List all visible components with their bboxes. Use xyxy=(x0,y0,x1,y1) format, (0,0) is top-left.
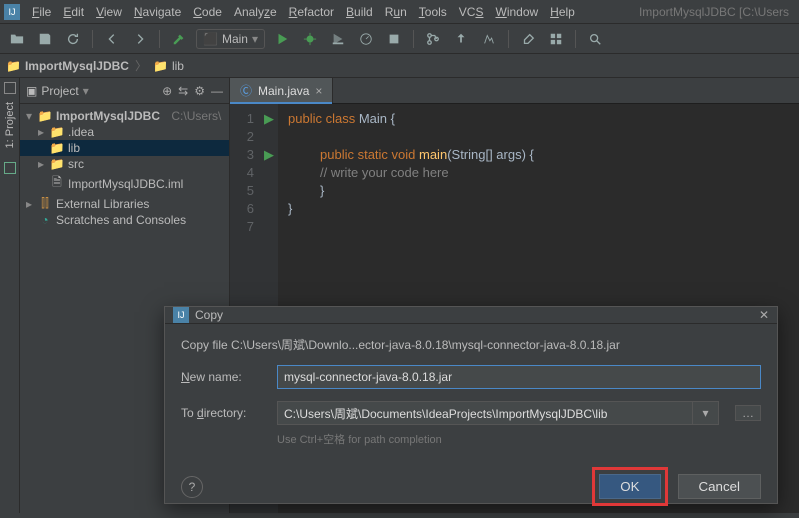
stop-icon[interactable] xyxy=(383,28,405,50)
vcs-branch-icon[interactable] xyxy=(422,28,444,50)
menu-code[interactable]: Code xyxy=(189,3,226,21)
open-icon[interactable] xyxy=(6,28,28,50)
vcs-commit-icon[interactable] xyxy=(478,28,500,50)
tree-idea[interactable]: ▸ 📁 .idea xyxy=(20,124,229,140)
tree-lib[interactable]: 📁 lib xyxy=(20,140,229,156)
collapse-icon[interactable]: ⇆ xyxy=(178,84,188,98)
menu-vcs[interactable]: VCS xyxy=(455,3,488,21)
dialog-title: Copy xyxy=(195,308,223,322)
toolwindow-icon[interactable] xyxy=(4,82,16,94)
search-icon[interactable] xyxy=(584,28,606,50)
project-pane-title[interactable]: ▣ Project ▾ xyxy=(26,84,89,98)
target-icon[interactable]: ⊕ xyxy=(162,84,172,98)
profile-icon[interactable] xyxy=(355,28,377,50)
folder-icon: 📁 xyxy=(38,109,52,123)
module-icon: ⬛ xyxy=(203,32,218,46)
back-icon[interactable] xyxy=(101,28,123,50)
menu-tools[interactable]: Tools xyxy=(415,3,451,21)
help-icon[interactable]: ? xyxy=(181,476,203,498)
expand-arrow-icon[interactable]: ▸ xyxy=(36,125,46,139)
path-hint: Use Ctrl+空格 for path completion xyxy=(181,431,761,447)
expand-arrow-icon[interactable] xyxy=(36,141,46,155)
run-marker-icon[interactable]: ▶ xyxy=(260,110,278,128)
tree-external-libraries[interactable]: ▸ ⫿⫿ External Libraries xyxy=(20,195,229,212)
menu-run[interactable]: Run xyxy=(381,3,411,21)
folder-icon: 📁 xyxy=(153,59,168,73)
gear-icon[interactable]: ⚙ xyxy=(194,84,205,98)
forward-icon[interactable] xyxy=(129,28,151,50)
expand-arrow-icon[interactable]: ▸ xyxy=(36,157,46,171)
debug-icon[interactable] xyxy=(299,28,321,50)
run-config-label: Main xyxy=(222,32,248,46)
project-icon: ▣ xyxy=(26,84,37,98)
file-icon: 🗎 xyxy=(50,173,64,194)
scratch-icon: ◔ xyxy=(38,213,52,227)
dialog-info: Copy file C:\Users\周斌\Downlo...ector-jav… xyxy=(181,336,761,353)
expand-arrow-icon[interactable]: ▸ xyxy=(24,197,34,211)
app-logo: IJ xyxy=(4,4,20,20)
run-icon[interactable] xyxy=(271,28,293,50)
copy-dialog: IJ Copy ✕ Copy file C:\Users\周斌\Downlo..… xyxy=(164,306,778,504)
chevron-down-icon: ▾ xyxy=(252,32,258,46)
tree-scratches[interactable]: ◔ Scratches and Consoles xyxy=(20,212,229,228)
tree-src[interactable]: ▸ 📁 src xyxy=(20,156,229,172)
new-name-label: New name: xyxy=(181,370,267,384)
ok-button[interactable]: OK xyxy=(599,474,660,499)
close-icon[interactable]: ✕ xyxy=(759,308,769,322)
menu-help[interactable]: Help xyxy=(546,3,579,21)
browse-button[interactable]: … xyxy=(735,405,761,421)
menu-navigate[interactable]: Navigate xyxy=(130,3,185,21)
folder-icon: 📁 xyxy=(50,141,64,155)
editor-tab-main[interactable]: Ⓒ Main.java × xyxy=(230,78,333,103)
run-marker-icon[interactable]: ▶ xyxy=(260,146,278,164)
folder-icon: 📁 xyxy=(50,157,64,171)
menu-view[interactable]: View xyxy=(92,3,126,21)
expand-arrow-icon[interactable]: ▾ xyxy=(24,109,34,123)
tree-iml[interactable]: 🗎 ImportMysqlJDBC.iml xyxy=(20,172,229,195)
cancel-button[interactable]: Cancel xyxy=(678,474,762,499)
structure-tool-icon[interactable] xyxy=(4,162,16,174)
hammer-icon[interactable] xyxy=(168,28,190,50)
structure-icon[interactable] xyxy=(545,28,567,50)
save-icon[interactable] xyxy=(34,28,56,50)
app-logo: IJ xyxy=(173,307,189,323)
java-class-icon: Ⓒ xyxy=(240,82,252,99)
hide-icon[interactable]: — xyxy=(211,84,223,98)
project-label: ImportMysqlJDBC [C:\Users xyxy=(639,5,795,19)
tree-root[interactable]: ▾ 📁 ImportMysqlJDBC C:\Users\ xyxy=(20,108,229,124)
menu-build[interactable]: Build xyxy=(342,3,377,21)
coverage-icon[interactable] xyxy=(327,28,349,50)
chevron-right-icon: 〉 xyxy=(135,57,147,74)
to-directory-label: To directory: xyxy=(181,406,267,420)
vcs-update-icon[interactable] xyxy=(450,28,472,50)
settings-icon[interactable] xyxy=(517,28,539,50)
folder-icon: 📁 xyxy=(50,125,64,139)
close-icon[interactable]: × xyxy=(315,84,322,98)
folder-icon: 📁 xyxy=(6,59,21,73)
menu-refactor[interactable]: Refactor xyxy=(285,3,338,21)
ok-highlight: OK xyxy=(592,467,667,506)
run-config-selector[interactable]: ⬛ Main ▾ xyxy=(196,29,265,49)
menu-analyze[interactable]: Analyze xyxy=(230,3,281,21)
breadcrumb-lib[interactable]: 📁 lib xyxy=(153,59,184,73)
new-name-input[interactable] xyxy=(277,365,761,389)
refresh-icon[interactable] xyxy=(62,28,84,50)
menu-edit[interactable]: Edit xyxy=(59,3,88,21)
menu-window[interactable]: Window xyxy=(491,3,542,21)
chevron-down-icon: ▾ xyxy=(83,84,89,98)
to-directory-input[interactable] xyxy=(277,401,693,425)
project-tool-label[interactable]: 1: Project xyxy=(4,98,16,152)
menu-file[interactable]: File xyxy=(28,3,55,21)
directory-dropdown-icon[interactable]: ▾ xyxy=(693,401,719,425)
breadcrumb-project[interactable]: 📁 ImportMysqlJDBC xyxy=(6,59,129,73)
library-icon: ⫿⫿ xyxy=(38,196,52,211)
